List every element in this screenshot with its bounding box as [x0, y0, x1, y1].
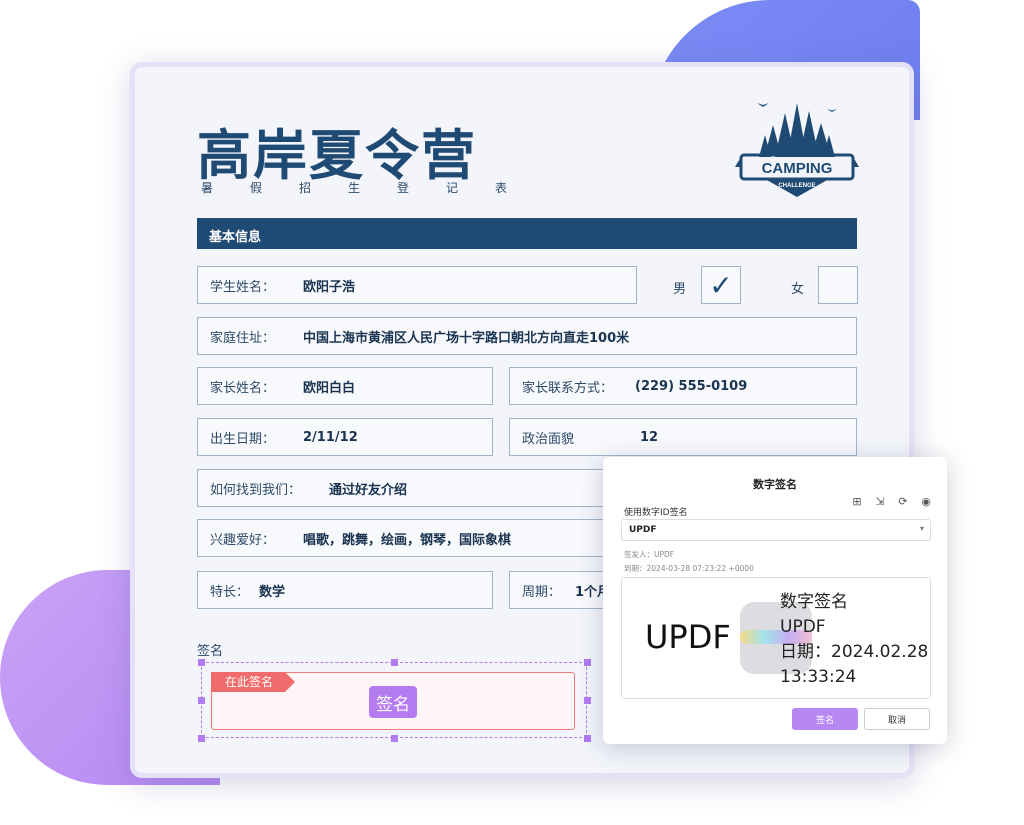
section-basic-info: 基本信息 [197, 218, 857, 249]
parent-name-label: 家长姓名： [210, 380, 276, 396]
address-label: 家庭住址： [210, 330, 276, 346]
hobby-value: 唱歌，跳舞，绘画，钢琴，国际象棋 [303, 532, 512, 548]
preview-line: 13:33:24 [780, 667, 857, 687]
signer-info: 签发人：UPDF [624, 550, 675, 559]
address-value: 中国上海市黄浦区人民广场十字路口朝北方向直走100米 [303, 330, 630, 346]
signature-label: 签名 [197, 644, 224, 659]
resize-handle[interactable] [584, 697, 591, 704]
preview-line: 数字签名 [780, 592, 848, 612]
politics-value: 12 [640, 429, 659, 445]
dialog-cancel-button[interactable]: 取消 [864, 708, 930, 730]
birth-date-value: 2/11/12 [303, 429, 358, 445]
gender-male-checkbox[interactable]: ✓ [701, 266, 741, 304]
digital-id-select[interactable]: UPDF ▾ [621, 519, 931, 541]
chevron-down-icon: ▾ [919, 524, 924, 533]
address-field[interactable]: 家庭住址： 中国上海市黄浦区人民广场十字路口朝北方向直走100米 [197, 317, 857, 355]
camping-logo: CAMPING CHALLENGE [735, 103, 859, 197]
digital-id-label: 使用数字ID签名 [624, 508, 688, 518]
skill-label: 特长： [210, 584, 250, 600]
student-name-label: 学生姓名： [210, 279, 276, 295]
resize-handle[interactable] [391, 735, 398, 742]
parent-phone-field[interactable]: 家长联系方式： (229) 555-0109 [509, 367, 857, 405]
skill-field[interactable]: 特长： 数学 [197, 571, 493, 609]
digital-id-selected: UPDF [629, 525, 657, 535]
sign-here-tag: 在此签名 [211, 672, 296, 692]
checkmark-icon: ✓ [709, 268, 733, 302]
gender-male-label: 男 [673, 282, 687, 297]
period-label: 周期： [522, 584, 562, 600]
resize-handle[interactable] [198, 659, 205, 666]
birth-date-label: 出生日期： [210, 431, 276, 447]
resize-handle[interactable] [198, 697, 205, 704]
add-id-icon[interactable]: ⊞ [850, 494, 864, 508]
student-name-value: 欧阳子浩 [303, 279, 356, 295]
hobby-label: 兴趣爱好： [210, 532, 276, 548]
parent-phone-label: 家长联系方式： [522, 380, 614, 396]
source-value: 通过好友介绍 [329, 482, 408, 498]
dialog-sign-button[interactable]: 签名 [792, 708, 858, 730]
preview-details: 数字签名 UPDF 日期：2024.02.28 13:33:24 [780, 590, 928, 690]
politics-field[interactable]: 政治面貌 12 [509, 418, 857, 456]
parent-phone-value: (229) 555-0109 [635, 378, 748, 394]
preview-name: UPDF [645, 618, 731, 656]
view-icon[interactable]: ◉ [919, 494, 933, 508]
logo-subtext: CHALLENGE [778, 183, 815, 189]
parent-name-field[interactable]: 家长姓名： 欧阳白白 [197, 367, 493, 405]
expiry-info: 到期：2024-03-28 07:23:22 +0000 [624, 564, 754, 573]
resize-handle[interactable] [391, 659, 398, 666]
preview-line: UPDF [780, 617, 826, 637]
student-name-field[interactable]: 学生姓名： 欧阳子浩 [197, 266, 637, 304]
logo-text: CAMPING [762, 160, 833, 177]
signature-preview: UPDF 数字签名 UPDF 日期：2024.02.28 13:33:24 [621, 577, 931, 699]
sign-field-button[interactable]: 签名 [369, 686, 417, 718]
resize-handle[interactable] [584, 659, 591, 666]
preview-line: 日期：2024.02.28 [780, 642, 929, 662]
dialog-title: 数字签名 [753, 478, 797, 491]
parent-name-value: 欧阳白白 [303, 380, 356, 396]
skill-value: 数学 [259, 584, 286, 600]
resize-handle[interactable] [198, 735, 205, 742]
dialog-toolbar: ⊞ ⇲ ⟳ ◉ [850, 494, 933, 508]
refresh-icon[interactable]: ⟳ [896, 494, 910, 508]
politics-label: 政治面貌 [522, 431, 575, 447]
birth-date-field[interactable]: 出生日期： 2/11/12 [197, 418, 493, 456]
source-label: 如何找到我们： [210, 482, 302, 498]
digital-signature-dialog: 数字签名 ⊞ ⇲ ⟳ ◉ 使用数字ID签名 UPDF ▾ 签发人：UPDF 到期… [603, 457, 947, 744]
form-subtitle: 暑假招生登记表 [201, 181, 545, 195]
gender-female-label: 女 [791, 282, 805, 297]
resize-handle[interactable] [584, 735, 591, 742]
import-id-icon[interactable]: ⇲ [873, 494, 887, 508]
gender-female-checkbox[interactable] [818, 266, 858, 304]
